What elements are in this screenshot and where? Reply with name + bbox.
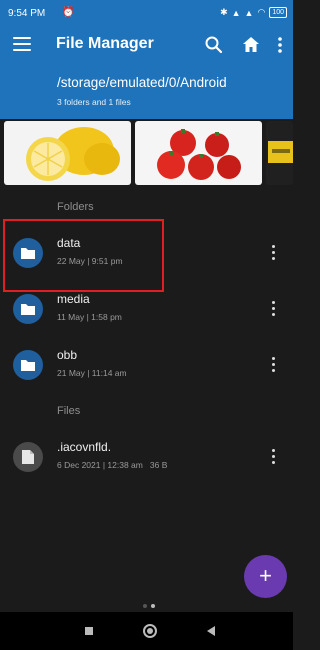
back-icon[interactable] <box>202 622 220 640</box>
folder-options-icon[interactable] <box>268 245 278 263</box>
status-bar: 9:54 PM ⏰ ✱ ▲ ▲ ◠ 100 <box>0 0 293 26</box>
home-icon[interactable] <box>241 35 261 55</box>
signal-icon: ▲ <box>231 7 241 18</box>
navigation-bar <box>0 612 293 650</box>
toolbar: File Manager <box>0 26 293 66</box>
page-dot <box>143 604 147 608</box>
folder-options-icon[interactable] <box>268 301 278 319</box>
battery-level: 100 <box>272 9 284 16</box>
battery-icon: 100 <box>269 7 287 18</box>
alarm-icon: ⏰ <box>62 7 75 18</box>
folder-date: 21 May | 11:14 am <box>57 368 127 378</box>
folder-row-obb[interactable]: obb 21 May | 11:14 am <box>0 340 293 394</box>
page-dot-active <box>151 604 155 608</box>
add-icon: + <box>259 563 272 588</box>
folder-name: media <box>57 292 90 306</box>
file-icon <box>13 442 43 472</box>
tomato-image-thumbnail[interactable] <box>135 121 262 185</box>
more-options-icon[interactable] <box>273 35 287 55</box>
lemon-image-thumbnail[interactable] <box>4 121 131 185</box>
highlight-box <box>3 219 164 292</box>
folder-date: 11 May | 1:58 pm <box>57 312 122 322</box>
folder-summary: 3 folders and 1 files <box>57 97 131 107</box>
files-section-label: Files <box>57 405 81 417</box>
folders-section-label: Folders <box>57 201 94 213</box>
signal-icon-2: ▲ <box>244 7 254 18</box>
folder-options-icon[interactable] <box>268 357 278 375</box>
add-button[interactable]: + <box>244 555 287 598</box>
file-options-icon[interactable] <box>268 449 278 467</box>
status-time: 9:54 PM <box>8 8 46 19</box>
menu-icon[interactable] <box>13 37 31 51</box>
bluetooth-icon: ✱ <box>220 7 228 17</box>
partial-image-thumbnail[interactable] <box>266 121 293 185</box>
current-path: /storage/emulated/0/Android <box>57 75 227 90</box>
folder-name: obb <box>57 348 78 362</box>
folder-icon <box>13 294 43 324</box>
recents-icon[interactable] <box>80 622 98 640</box>
app-title: File Manager <box>56 35 154 52</box>
wifi-icon: ◠ <box>257 7 266 17</box>
home-nav-icon[interactable] <box>141 622 159 640</box>
file-row[interactable]: .iacovnfld. 6 Dec 2021 | 12:38 am 36 B <box>0 432 293 486</box>
file-name: .iacovnfld. <box>57 440 112 454</box>
folder-icon <box>13 350 43 380</box>
page-indicator <box>143 595 159 613</box>
file-details: 6 Dec 2021 | 12:38 am 36 B <box>57 460 168 470</box>
app-header: 9:54 PM ⏰ ✱ ▲ ▲ ◠ 100 File Manager /stor… <box>0 0 293 119</box>
search-icon[interactable] <box>204 35 224 55</box>
folder-row-media[interactable]: media 11 May | 1:58 pm <box>0 284 293 338</box>
